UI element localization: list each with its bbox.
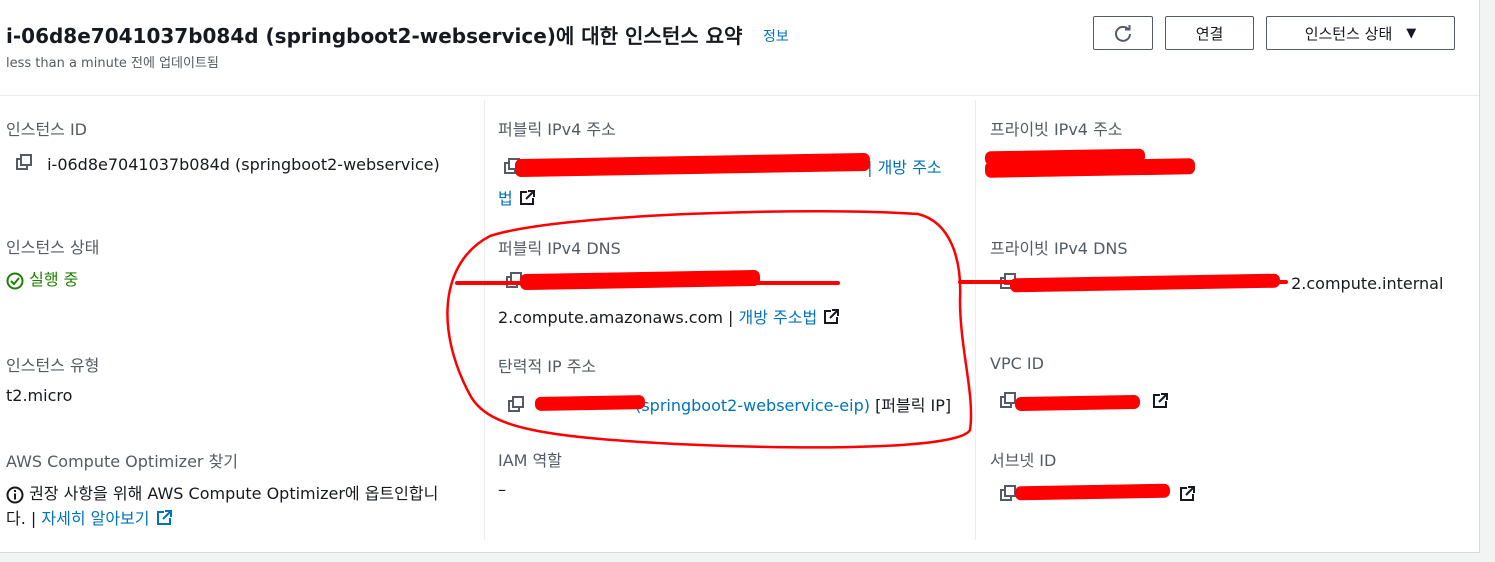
compute-optimizer-label: AWS Compute Optimizer 찾기	[6, 452, 239, 471]
redaction-mark	[984, 158, 1196, 178]
private-dns-text: 2.compute.internal	[1291, 273, 1444, 293]
instance-id-value: i-06d8e7041037b084d (springboot2-webserv…	[16, 154, 440, 176]
instance-state-field-label: 인스턴스 상태	[6, 238, 100, 257]
external-link-icon[interactable]	[1151, 392, 1169, 414]
external-link-icon[interactable]	[1178, 485, 1196, 507]
check-circle-icon	[6, 270, 29, 289]
redaction-mark	[958, 280, 1288, 284]
public-dns-value: 2.compute.amazonaws.com | 개방 주소법	[498, 304, 840, 330]
page-title: i-06d8e7041037b084d (springboot2-webserv…	[6, 24, 743, 48]
public-dns-label: 퍼블릭 IPv4 DNS	[498, 239, 621, 258]
refresh-icon	[1115, 25, 1131, 42]
vpc-id-label: VPC ID	[990, 354, 1044, 373]
redaction-mark	[1014, 394, 1141, 412]
instance-type-value: t2.micro	[6, 386, 73, 405]
instance-summary-panel: i-06d8e7041037b084d (springboot2-webserv…	[0, 0, 1480, 553]
running-status: 실행 중	[29, 270, 79, 289]
iam-role-value: –	[498, 480, 506, 499]
optimizer-line1: 권장 사항을 위해 AWS Compute Optimizer에 옵트인합니	[29, 484, 439, 503]
summary-header: i-06d8e7041037b084d (springboot2-webserv…	[0, 0, 1479, 96]
copy-icon[interactable]	[16, 154, 34, 176]
open-address-link[interactable]: | 개방 주소	[867, 158, 941, 177]
iam-role-label: IAM 역할	[498, 451, 562, 470]
open-address-link-cont[interactable]: 법	[498, 189, 513, 208]
info-circle-icon	[6, 484, 29, 503]
refresh-button[interactable]	[1093, 16, 1153, 50]
redaction-mark	[534, 395, 646, 411]
elastic-ip-suffix: [퍼블릭 IP]	[875, 396, 952, 415]
instance-type-label: 인스턴스 유형	[6, 356, 100, 375]
column-divider	[484, 100, 485, 540]
redaction-mark	[455, 281, 840, 285]
optimizer-line2-prefix: 다. |	[6, 509, 42, 528]
private-dns-label: 프라이빗 IPv4 DNS	[990, 239, 1128, 258]
instance-id-label: 인스턴스 ID	[6, 120, 88, 139]
learn-more-link[interactable]: 자세히 알아보기	[41, 509, 149, 528]
instance-state-value: 실행 중	[6, 266, 78, 290]
external-link-icon	[518, 189, 536, 211]
caret-down-icon: ▼	[1406, 25, 1417, 41]
connect-button[interactable]: 연결	[1165, 16, 1254, 50]
public-ipv4-link-wrap: 법	[498, 185, 536, 211]
elastic-ip-label: 탄력적 IP 주소	[498, 357, 597, 376]
instance-state-label: 인스턴스 상태	[1304, 24, 1393, 43]
instance-id-text: i-06d8e7041037b084d (springboot2-webserv…	[47, 154, 440, 174]
last-updated-text: less than a minute 전에 업데이트됨	[6, 56, 219, 71]
public-dns-text: 2.compute.amazonaws.com |	[498, 308, 739, 327]
compute-optimizer-text: 권장 사항을 위해 AWS Compute Optimizer에 옵트인합니	[6, 480, 438, 504]
instance-state-dropdown[interactable]: 인스턴스 상태 ▼	[1266, 16, 1455, 50]
external-link-icon	[155, 509, 173, 531]
optimizer-line2: 다. | 자세히 알아보기	[6, 505, 173, 531]
external-link-icon	[822, 308, 840, 330]
private-ipv4-label: 프라이빗 IPv4 주소	[990, 120, 1123, 139]
redaction-mark	[1014, 483, 1171, 501]
redaction-mark	[519, 269, 761, 291]
elastic-ip-link[interactable]: (springboot2-webservice-eip)	[635, 396, 870, 415]
column-divider	[975, 100, 976, 540]
public-dns-open-address-link[interactable]: 개방 주소법	[739, 308, 818, 327]
info-link[interactable]: 정보	[763, 26, 789, 46]
public-ipv4-label: 퍼블릭 IPv4 주소	[498, 120, 616, 139]
subnet-id-label: 서브넷 ID	[990, 451, 1057, 470]
copy-icon[interactable]	[508, 395, 526, 418]
